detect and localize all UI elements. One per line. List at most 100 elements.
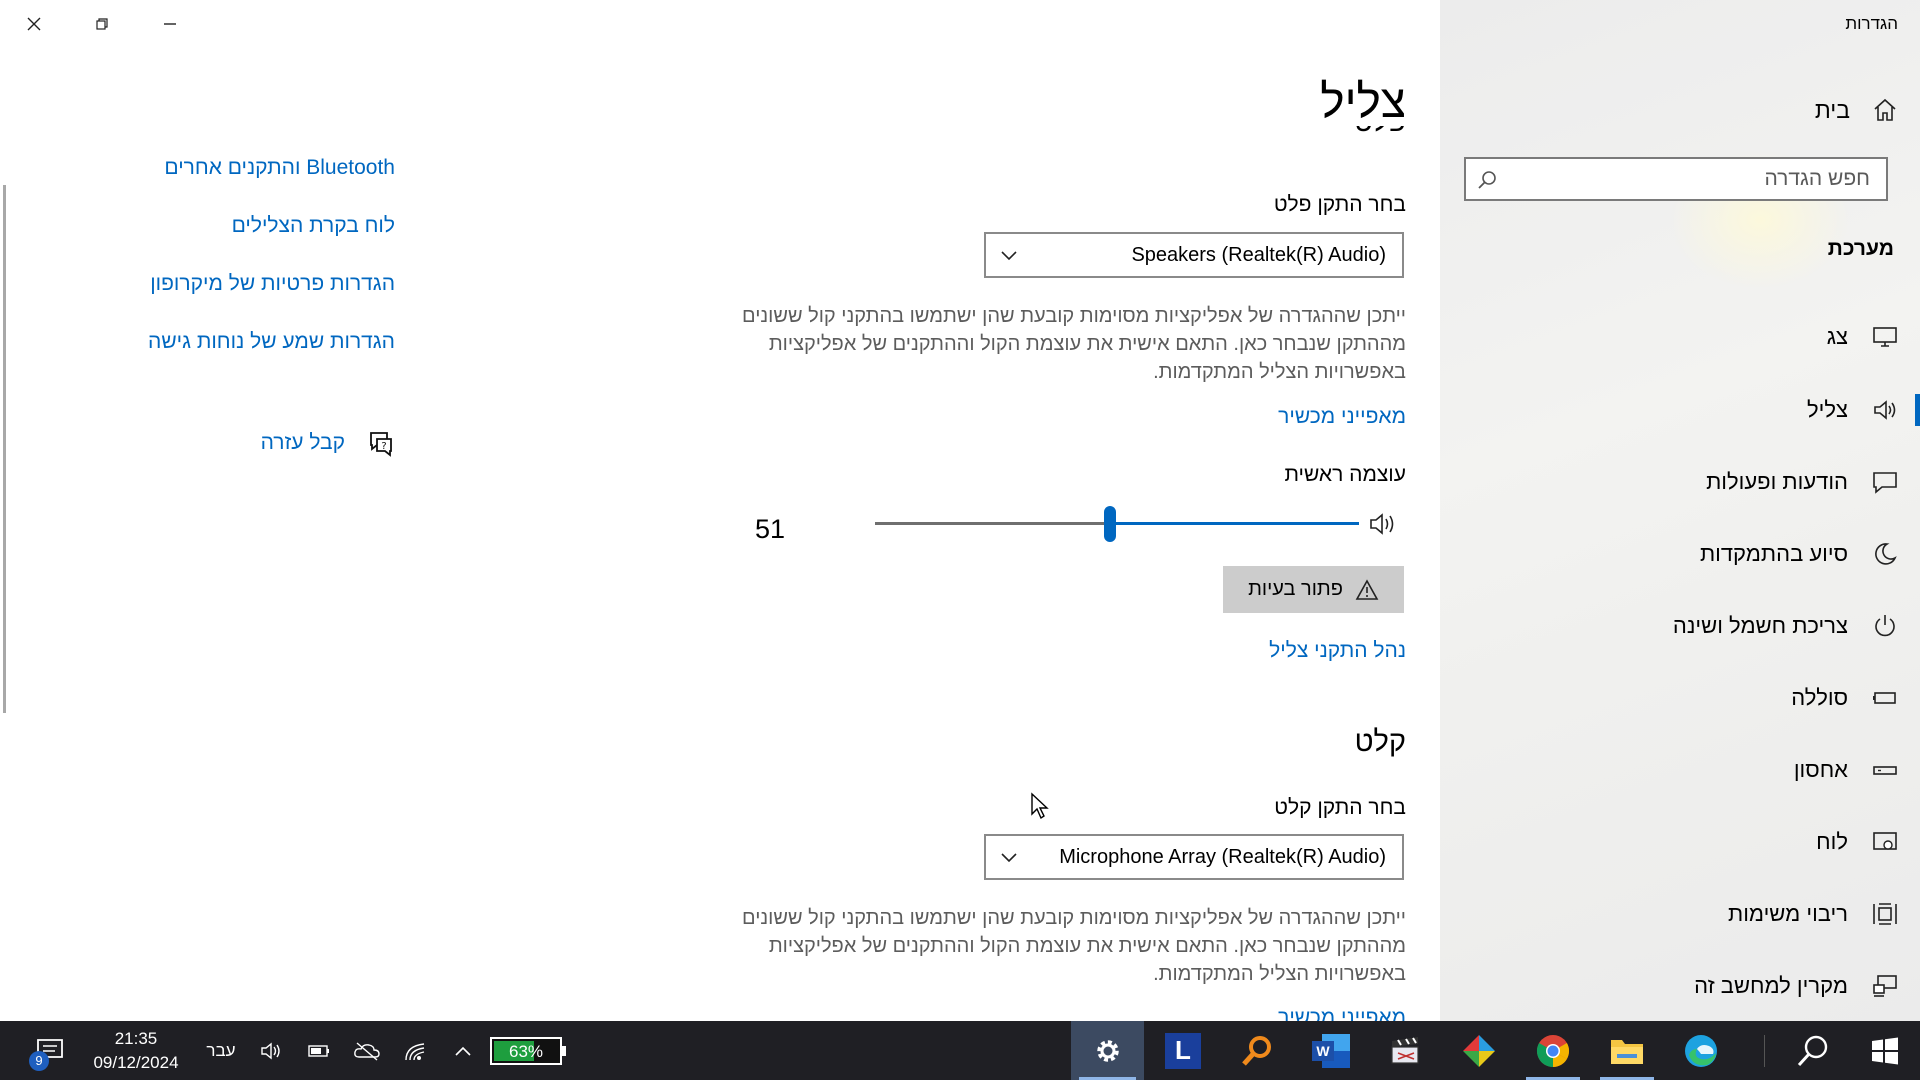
nav-item-label: אחסון xyxy=(1793,757,1848,782)
output-description: ייתכן שההגדרה של אפליקציות מסוימות קובעת… xyxy=(742,305,1406,383)
volume-slider-track[interactable] xyxy=(875,522,1109,525)
chrome-icon xyxy=(1536,1034,1570,1067)
nav-home[interactable]: בית xyxy=(1815,92,1898,128)
taskbar-app-settings[interactable] xyxy=(1071,1021,1144,1080)
nav-item-label: מקרין למחשב זה xyxy=(1694,973,1848,998)
input-device-dropdown[interactable]: Microphone Array (Realtek(R) Audio) xyxy=(984,834,1404,880)
word-icon: W xyxy=(1312,1033,1350,1068)
search-placeholder: חפש הגדרה xyxy=(1764,167,1870,190)
clock[interactable]: 21:35 09/12/2024 xyxy=(80,1021,192,1080)
taskbar-app-search-tool[interactable] xyxy=(1222,1021,1292,1080)
navigation-pane: הגדרות בית חפש הגדרה מערכת צג צליל הודעו… xyxy=(1440,0,1920,1021)
gear-icon xyxy=(1096,1039,1119,1062)
nav-item-multitasking[interactable]: ריבוי משימות xyxy=(1440,884,1920,944)
nav-item-label: ריבוי משימות xyxy=(1728,901,1848,926)
get-help-link[interactable]: ? קבל עזרה xyxy=(261,429,395,457)
help-chat-icon: ? xyxy=(367,429,395,457)
taskbar: 9 21:35 09/12/2024 עבר 63% L W xyxy=(0,1021,1920,1080)
manage-sound-devices-link[interactable]: נהל התקני צליל xyxy=(1269,639,1406,663)
volume-speaker-icon[interactable] xyxy=(1368,511,1398,537)
get-help-label: קבל עזרה xyxy=(260,431,345,454)
volume-value: 51 xyxy=(755,514,786,544)
language-label: עבר xyxy=(206,1040,236,1060)
input-device-properties-link-partial[interactable]: מאפייני מכשיר xyxy=(1278,1006,1406,1021)
minimize-icon xyxy=(164,23,176,25)
volume-slider-fill[interactable] xyxy=(1109,522,1359,525)
output-device-value: Speakers (Realtek(R) Audio) xyxy=(1131,244,1386,266)
taskbar-app-clapperboard[interactable] xyxy=(1370,1021,1440,1080)
nav-item-focus-assist[interactable]: סיוע בהתמקדות xyxy=(1440,524,1920,584)
nav-item-storage[interactable]: אחסון xyxy=(1440,740,1920,800)
related-link-sound-control-panel[interactable]: לוח בקרת הצלילים xyxy=(232,214,395,238)
minimize-button[interactable] xyxy=(136,0,204,48)
wifi-icon[interactable] xyxy=(400,1021,434,1080)
edge-icon xyxy=(1685,1034,1717,1067)
taskbar-app-word[interactable]: W xyxy=(1296,1021,1366,1080)
nav-item-tablet[interactable]: לוח xyxy=(1440,812,1920,872)
display-icon xyxy=(1872,324,1898,350)
tablet-icon xyxy=(1872,829,1898,855)
magnifier-app-icon xyxy=(1242,1035,1271,1066)
notification-count-badge: 9 xyxy=(29,1050,49,1071)
page-title: צליל xyxy=(1320,75,1406,127)
nav-item-power-sleep[interactable]: צריכת חשמל ושינה xyxy=(1440,596,1920,656)
nav-item-label: לוח xyxy=(1816,829,1848,854)
search-icon xyxy=(1797,1035,1828,1066)
chevron-down-icon xyxy=(1000,248,1018,262)
clock-date: 09/12/2024 xyxy=(93,1052,179,1072)
scrollbar[interactable] xyxy=(3,185,6,713)
diamond-app-icon xyxy=(1463,1034,1495,1067)
choose-input-label: בחר התקן קלט xyxy=(1274,796,1406,819)
nav-home-label: בית xyxy=(1814,96,1850,123)
onedrive-icon[interactable] xyxy=(350,1021,384,1080)
master-volume-label: עוצמה ראשית xyxy=(1284,463,1406,486)
nav-item-sound[interactable]: צליל xyxy=(1440,380,1920,440)
window-title: הגדרות xyxy=(1845,14,1898,33)
nav-item-label: סוללה xyxy=(1791,685,1848,710)
nav-item-notifications[interactable]: הודעות ופעולות xyxy=(1440,452,1920,512)
folder-icon xyxy=(1611,1039,1643,1064)
close-icon xyxy=(27,17,41,31)
nav-section-system: מערכת xyxy=(1827,237,1894,260)
taskbar-app-colorful[interactable] xyxy=(1444,1021,1514,1080)
troubleshoot-button[interactable]: פתור בעיות xyxy=(1223,566,1404,613)
power-icon xyxy=(1872,613,1898,639)
taskbar-app-file-explorer[interactable] xyxy=(1592,1021,1662,1080)
clapperboard-icon xyxy=(1391,1036,1419,1064)
action-center-button[interactable]: 9 xyxy=(22,1021,78,1080)
volume-tray-icon[interactable] xyxy=(254,1021,288,1080)
windows-logo-icon xyxy=(1872,1037,1898,1064)
related-link-microphone-privacy[interactable]: הגדרות פרטיות של מיקרופון xyxy=(150,272,395,296)
related-link-bluetooth[interactable]: Bluetooth והתקנים אחרים xyxy=(164,156,395,180)
taskbar-app-chrome[interactable] xyxy=(1518,1021,1588,1080)
close-button[interactable] xyxy=(0,0,68,48)
nav-item-label: צליל xyxy=(1806,397,1848,422)
show-hidden-icons-button[interactable] xyxy=(448,1021,478,1080)
nav-item-battery[interactable]: סוללה xyxy=(1440,668,1920,728)
clock-time: 21:35 xyxy=(114,1028,158,1048)
output-device-dropdown[interactable]: Speakers (Realtek(R) Audio) xyxy=(984,232,1404,278)
restore-button[interactable] xyxy=(68,0,136,48)
nav-item-label: הודעות ופעולות xyxy=(1706,469,1848,494)
message-icon xyxy=(1872,469,1898,495)
language-indicator[interactable]: עבר xyxy=(198,1021,244,1080)
output-heading-partial: פלט xyxy=(1354,126,1406,148)
taskbar-app-l[interactable]: L xyxy=(1148,1021,1218,1080)
input-heading: קלט xyxy=(1354,726,1406,758)
taskbar-app-edge[interactable] xyxy=(1666,1021,1736,1080)
start-button[interactable] xyxy=(1850,1021,1920,1080)
nav-item-display[interactable]: צג xyxy=(1440,307,1920,367)
output-device-properties-link[interactable]: מאפייני מכשיר xyxy=(1278,405,1406,429)
search-input[interactable]: חפש הגדרה xyxy=(1464,157,1888,201)
volume-slider-thumb[interactable] xyxy=(1104,506,1116,542)
battery-percent-widget[interactable]: 63% xyxy=(486,1021,566,1080)
battery-tray-icon[interactable] xyxy=(302,1021,336,1080)
chevron-down-icon xyxy=(1000,850,1018,864)
speaker-icon xyxy=(1872,397,1898,423)
input-device-value: Microphone Array (Realtek(R) Audio) xyxy=(1059,846,1386,868)
related-link-ease-of-access-audio[interactable]: הגדרות שמע של נוחות גישה xyxy=(148,330,395,354)
home-icon xyxy=(1872,97,1898,123)
nav-item-label: סיוע בהתמקדות xyxy=(1699,541,1848,566)
taskbar-search-button[interactable] xyxy=(1776,1021,1850,1080)
nav-item-projecting[interactable]: מקרין למחשב זה xyxy=(1440,956,1920,1016)
